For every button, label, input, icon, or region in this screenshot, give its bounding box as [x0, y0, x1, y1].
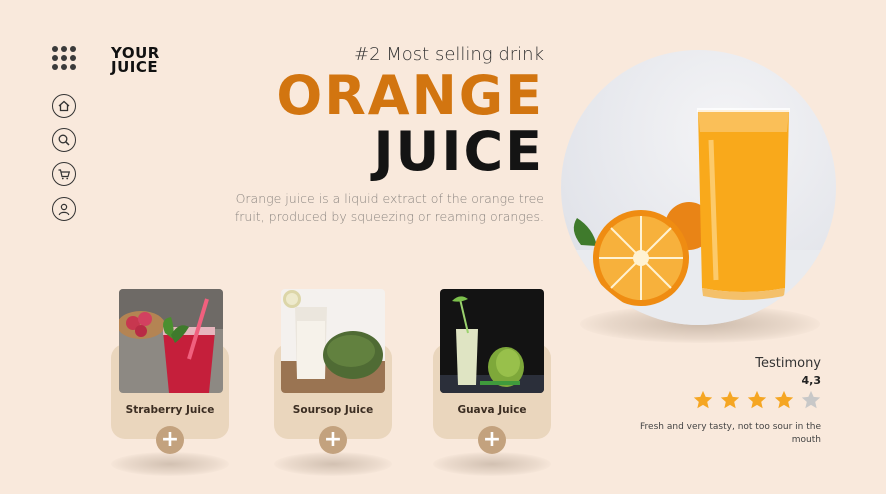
- rating-stars: [692, 389, 822, 411]
- testimony-title: Testimony: [755, 356, 821, 371]
- orange-juice-illustration: [561, 108, 836, 325]
- product-name: Straberry Juice: [125, 404, 215, 416]
- hero-subtitle: #2 Most selling drink: [353, 44, 544, 65]
- testimony-score: 4,3: [801, 374, 822, 387]
- hero-title-line-2: JUICE: [373, 120, 544, 183]
- product-name: Soursop Juice: [292, 404, 374, 416]
- card-shadow: [433, 452, 551, 476]
- search-icon: [58, 134, 70, 146]
- hero-title-line-1: ORANGE: [276, 64, 544, 127]
- logo: YOUR JUICE: [111, 46, 160, 76]
- star-filled-icon: [774, 390, 794, 409]
- soursop-juice-image: [281, 289, 385, 393]
- user-button[interactable]: [52, 197, 76, 221]
- card-shadow: [274, 452, 392, 476]
- add-to-cart-button[interactable]: +: [156, 426, 184, 454]
- cart-icon: [58, 169, 71, 180]
- product-name: Guava Juice: [457, 404, 527, 416]
- home-button[interactable]: [52, 94, 76, 118]
- add-to-cart-button[interactable]: +: [478, 426, 506, 454]
- search-button[interactable]: [52, 128, 76, 152]
- guava-juice-image: [440, 289, 544, 393]
- card-shadow: [111, 452, 229, 476]
- user-icon: [58, 203, 70, 216]
- strawberry-juice-image: [119, 289, 223, 393]
- logo-line-2: JUICE: [111, 58, 159, 76]
- add-to-cart-button[interactable]: +: [319, 426, 347, 454]
- hero-description: Orange juice is a liquid extract of the …: [234, 191, 544, 224]
- star-filled-icon: [747, 390, 767, 409]
- cart-button[interactable]: [52, 162, 76, 186]
- hero-image: [561, 50, 836, 325]
- home-icon: [58, 100, 70, 112]
- testimony-text: Fresh and very tasty, not too sour in th…: [640, 422, 821, 445]
- star-empty-icon: [801, 390, 821, 409]
- menu-grid-icon[interactable]: [52, 46, 76, 70]
- star-filled-icon: [720, 390, 740, 409]
- star-filled-icon: [693, 390, 713, 409]
